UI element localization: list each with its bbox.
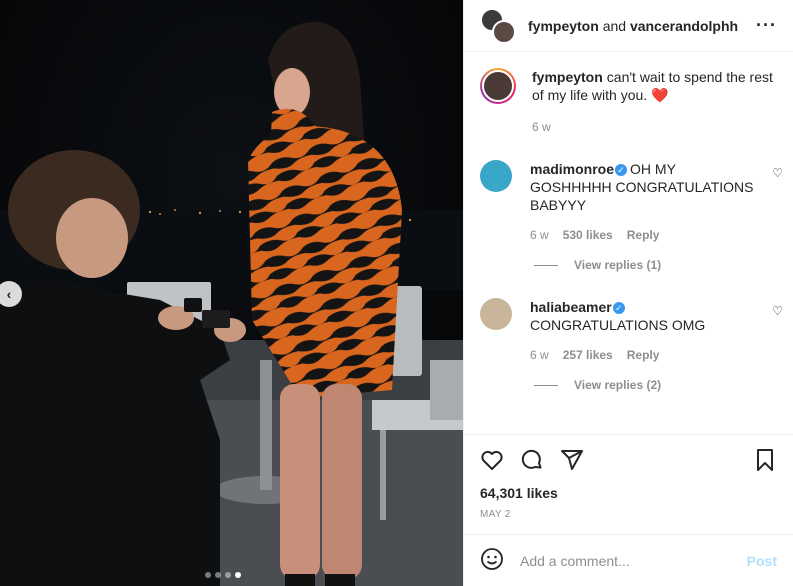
add-comment-bar: Post (464, 534, 793, 586)
reply-button[interactable]: Reply (627, 348, 660, 362)
verified-badge-icon: ✓ (615, 164, 628, 176)
comment-username[interactable]: haliabeamer (530, 299, 612, 315)
view-replies-button[interactable]: View replies (2) (534, 378, 777, 392)
post-authors: fympeyton and vancerandolphh (528, 18, 756, 34)
proposal-photo-illustration (0, 0, 463, 586)
emoji-icon[interactable] (480, 547, 504, 574)
carousel-dot (225, 572, 231, 578)
comment-text: CONGRATULATIONS OMG (530, 317, 706, 333)
post-details-panel: fympeyton and vancerandolphh ··· fympeyt… (463, 0, 793, 586)
comment-item: haliabeamer ✓ CONGRATULATIONS OMG 6 w 257 … (480, 298, 783, 362)
avatar (492, 19, 516, 44)
comment-input[interactable] (520, 552, 747, 569)
caption-username[interactable]: fympeyton (532, 69, 603, 85)
author-joiner: and (602, 17, 627, 34)
comment-username[interactable]: madimonroe (530, 161, 614, 177)
replies-divider (534, 264, 558, 266)
comment-item: madimonroe ✓ OH MY GOSHHHHH CONGRATULATION… (480, 160, 783, 242)
comment-like-heart-icon[interactable]: ♡ (772, 166, 783, 180)
more-horizontal-icon[interactable]: ··· (756, 15, 777, 36)
bookmark-icon[interactable] (753, 448, 777, 475)
post-header: fympeyton and vancerandolphh ··· (464, 0, 793, 52)
send-icon[interactable] (560, 448, 584, 475)
post-date[interactable]: MAY 2 (480, 509, 777, 520)
view-replies-label: View replies (1) (574, 258, 662, 272)
carousel-dot (215, 572, 221, 578)
heart-emoji: ❤️ (651, 87, 669, 103)
comments-list[interactable]: fympeyton can't wait to spend the rest of… (464, 52, 793, 434)
comment-like-heart-icon[interactable]: ♡ (772, 304, 783, 318)
comment-time[interactable]: 6 w (530, 348, 549, 362)
reply-button[interactable]: Reply (627, 228, 660, 242)
author-link[interactable]: fympeyton (528, 18, 599, 34)
carousel-dot-active (235, 572, 241, 578)
comment-time[interactable]: 6 w (530, 228, 549, 242)
instagram-post-modal: ‹ fympeyton and vancerandolphh ··· fympe… (0, 0, 793, 586)
verified-badge-icon: ✓ (612, 302, 625, 314)
view-replies-label: View replies (2) (574, 378, 662, 392)
carousel-dot (205, 572, 211, 578)
post-caption: fympeyton can't wait to spend the rest of… (480, 68, 777, 134)
post-button[interactable]: Post (747, 553, 777, 569)
caption-time[interactable]: 6 w (532, 120, 551, 134)
post-actions: 64,301 likes MAY 2 (464, 434, 793, 520)
collab-avatars[interactable] (480, 7, 516, 44)
comment-likes[interactable]: 257 likes (563, 348, 613, 362)
post-photo[interactable]: ‹ (0, 0, 463, 586)
avatar[interactable] (480, 298, 512, 330)
heart-icon[interactable] (480, 448, 504, 475)
comment-icon[interactable] (520, 448, 544, 475)
comment-likes[interactable]: 530 likes (563, 228, 613, 242)
replies-divider (534, 384, 558, 386)
avatar[interactable] (480, 68, 516, 104)
carousel-dots (205, 572, 241, 578)
view-replies-button[interactable]: View replies (1) (534, 258, 777, 272)
likes-count[interactable]: 64,301 likes (480, 485, 777, 501)
avatar[interactable] (480, 160, 512, 192)
author-link[interactable]: vancerandolphh (630, 18, 738, 34)
